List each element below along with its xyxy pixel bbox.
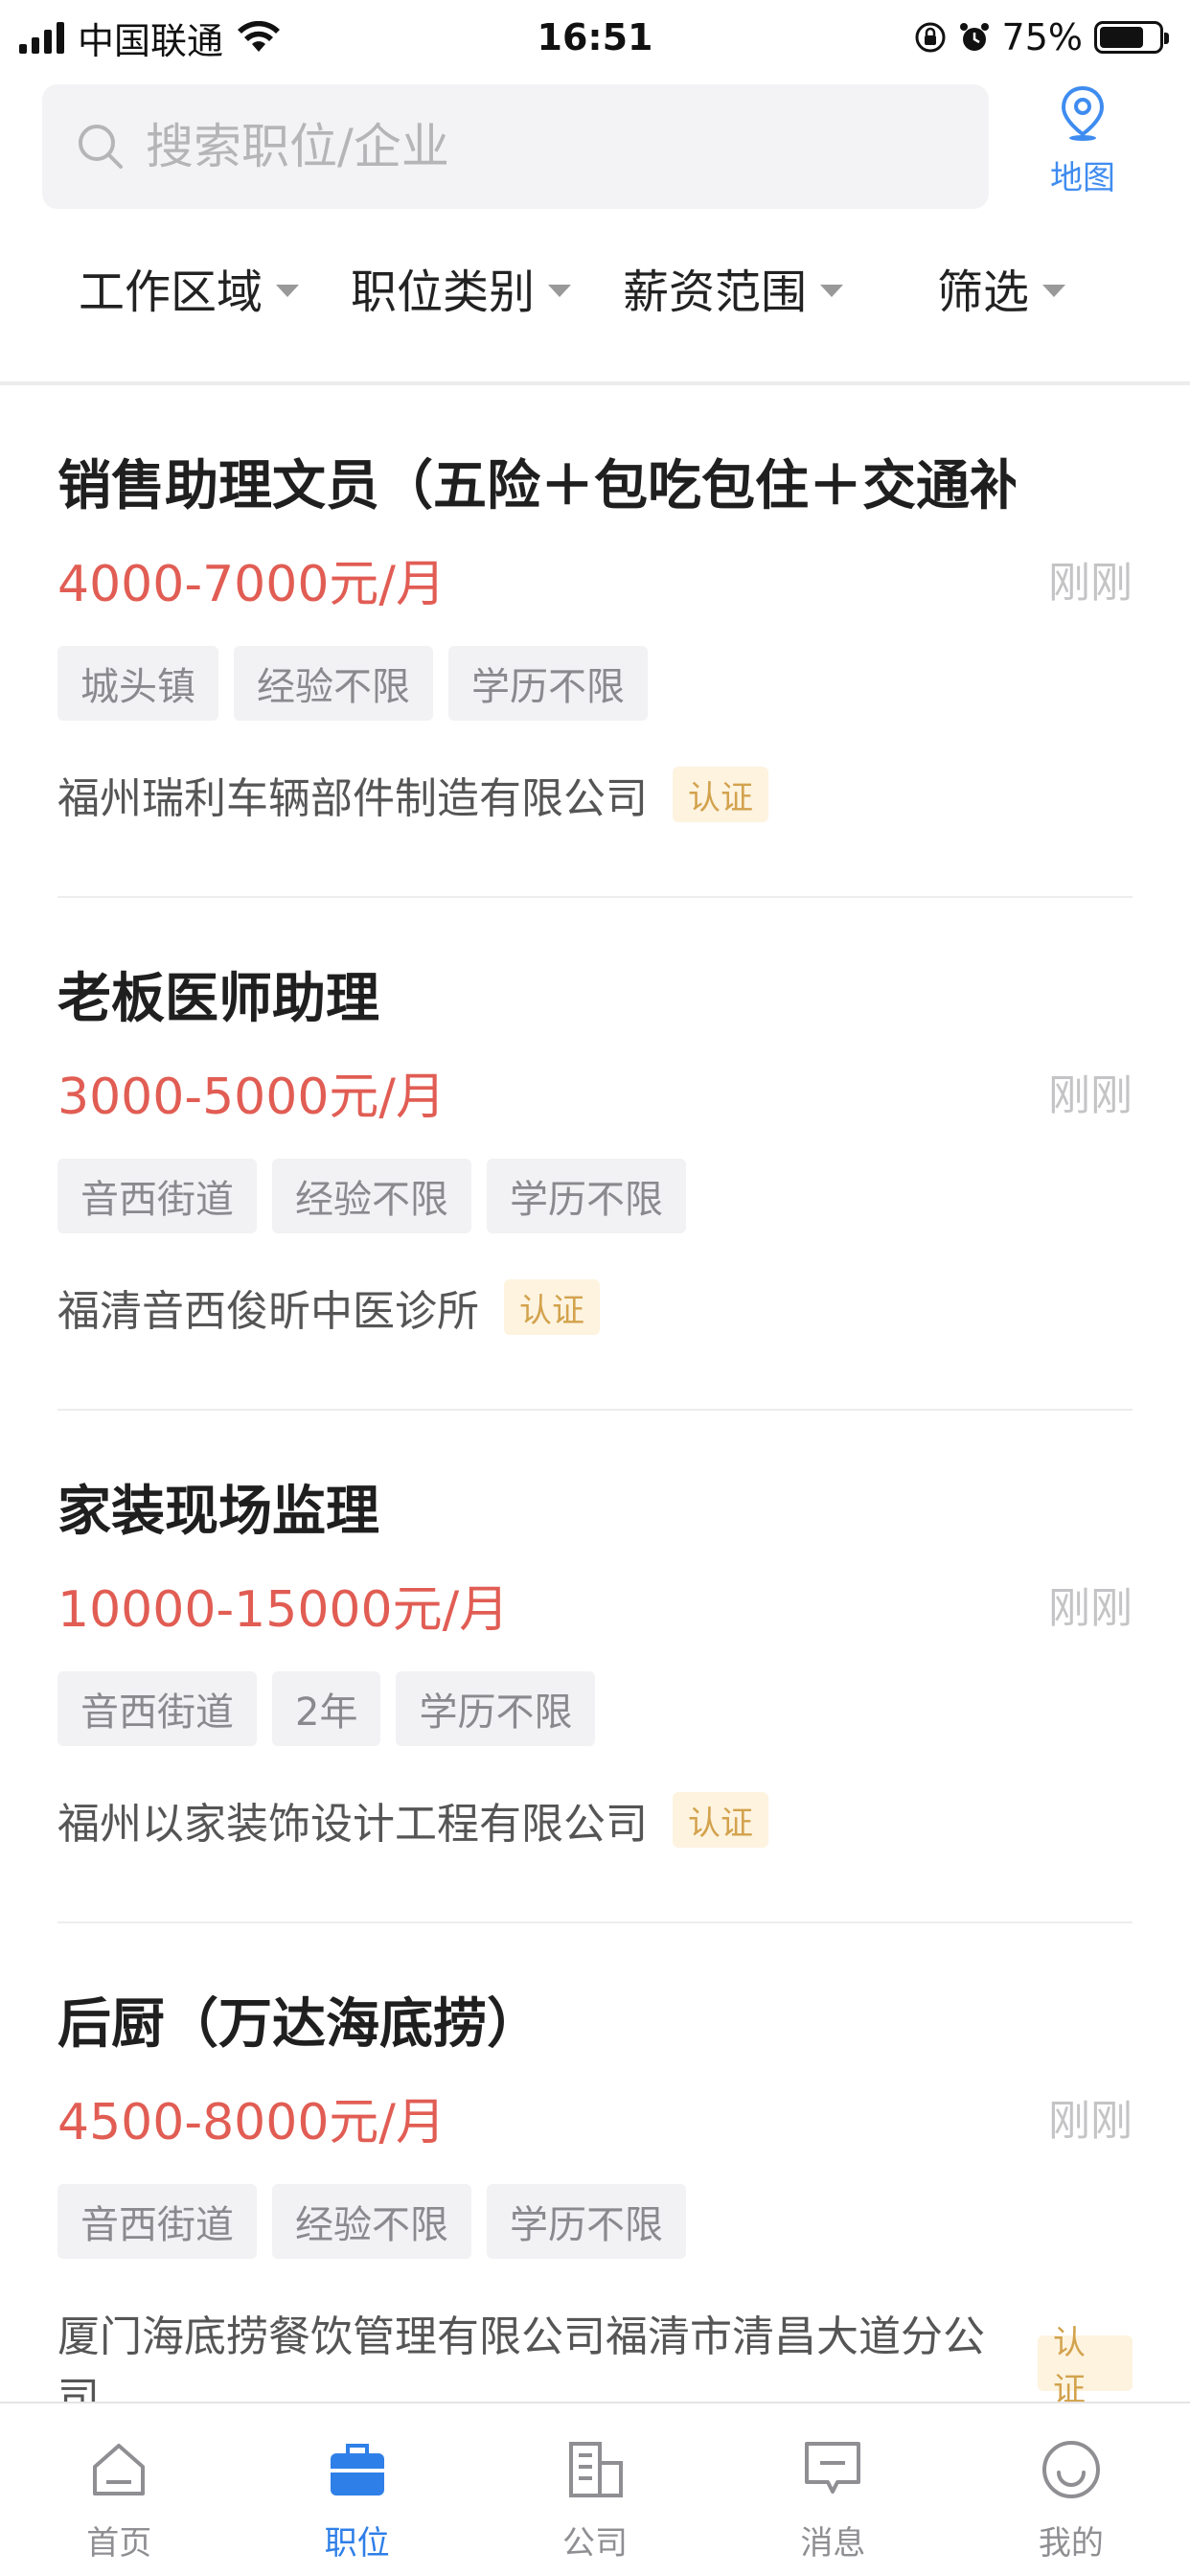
message-icon bbox=[805, 2442, 861, 2494]
job-tags: 城头镇 经验不限 学历不限 bbox=[57, 646, 648, 721]
job-title: 老板医师助理 bbox=[57, 968, 379, 1030]
job-tags: 音西街道 经验不限 学历不限 bbox=[57, 2184, 686, 2259]
tab-profile[interactable]: 我的 bbox=[952, 2404, 1190, 2576]
filter-work-area[interactable]: 工作区域 bbox=[79, 254, 300, 321]
job-list: 销售助理文员（五险＋包吃包住＋交通补... 4000-7000元/月 刚刚 城头… bbox=[0, 385, 1190, 2436]
job-search-page: 中国联通 16:51 75% 搜索职位/企业 地图 工作区域 职位类别 薪资范围… bbox=[0, 0, 1190, 2576]
job-company: 福州瑞利车辆部件制造有限公司 认证 bbox=[57, 764, 768, 825]
job-post-time: 刚刚 bbox=[1048, 559, 1133, 608]
battery-level bbox=[1100, 27, 1143, 48]
map-label: 地图 bbox=[1050, 159, 1115, 197]
job-tag-education: 学历不限 bbox=[396, 1671, 596, 1746]
job-card[interactable]: 销售助理文员（五险＋包吃包住＋交通补... 4000-7000元/月 刚刚 城头… bbox=[57, 385, 1133, 898]
map-pin-icon bbox=[1061, 85, 1105, 141]
job-tag-experience: 经验不限 bbox=[272, 2184, 471, 2259]
caret-down-icon bbox=[548, 284, 572, 297]
filter-label: 工作区域 bbox=[79, 265, 263, 319]
job-post-time: 刚刚 bbox=[1048, 2097, 1133, 2146]
status-bar-right: 75% bbox=[914, 16, 1169, 58]
job-title: 后厨（万达海底捞） bbox=[57, 1993, 540, 2056]
company-name: 福清音西俊昕中医诊所 bbox=[57, 1287, 479, 1336]
status-bar-left: 中国联通 bbox=[19, 12, 281, 64]
carrier-label: 中国联通 bbox=[78, 19, 224, 62]
home-icon bbox=[93, 2444, 146, 2496]
job-tag-experience: 2年 bbox=[272, 1671, 381, 1746]
job-tag-location: 音西街道 bbox=[57, 2184, 257, 2259]
job-tags: 音西街道 2年 学历不限 bbox=[57, 1671, 596, 1746]
job-card[interactable]: 老板医师助理 3000-5000元/月 刚刚 音西街道 经验不限 学历不限 福清… bbox=[57, 898, 1133, 1411]
company-name: 福州瑞利车辆部件制造有限公司 bbox=[57, 774, 648, 823]
job-tag-location: 音西街道 bbox=[57, 1671, 257, 1746]
job-tag-experience: 经验不限 bbox=[234, 646, 433, 721]
job-card[interactable]: 后厨（万达海底捞） 4500-8000元/月 刚刚 音西街道 经验不限 学历不限… bbox=[57, 1923, 1133, 2436]
caret-down-icon bbox=[1042, 284, 1066, 297]
status-bar: 中国联通 16:51 75% bbox=[0, 0, 1190, 75]
job-salary: 3000-5000元/月 bbox=[57, 1069, 446, 1126]
search-input[interactable] bbox=[146, 119, 912, 174]
alarm-icon bbox=[959, 23, 989, 51]
job-post-time: 刚刚 bbox=[1048, 1584, 1133, 1633]
filter-label: 职位类别 bbox=[351, 265, 536, 319]
job-tags: 音西街道 经验不限 学历不限 bbox=[57, 1159, 686, 1233]
tab-label: 公司 bbox=[562, 2524, 629, 2563]
tab-label: 我的 bbox=[1038, 2524, 1104, 2563]
orientation-lock-icon bbox=[915, 22, 946, 53]
job-salary: 4000-7000元/月 bbox=[57, 556, 446, 613]
job-title: 销售助理文员（五险＋包吃包住＋交通补... bbox=[57, 455, 1016, 518]
verified-badge: 认证 bbox=[673, 767, 768, 822]
profile-icon bbox=[1041, 2441, 1100, 2498]
tab-label: 消息 bbox=[800, 2524, 866, 2563]
verified-badge: 认证 bbox=[504, 1279, 600, 1335]
job-tag-location: 城头镇 bbox=[57, 646, 218, 721]
verified-badge: 认证 bbox=[1038, 2324, 1133, 2409]
job-tag-location: 音西街道 bbox=[57, 1159, 257, 1233]
map-button[interactable]: 地图 bbox=[1035, 84, 1131, 209]
tab-company[interactable]: 公司 bbox=[476, 2404, 714, 2576]
tab-jobs[interactable]: 职位 bbox=[238, 2404, 475, 2576]
job-tag-education: 学历不限 bbox=[487, 1159, 686, 1233]
building-icon bbox=[569, 2442, 624, 2497]
job-tag-experience: 经验不限 bbox=[272, 1159, 471, 1233]
job-salary: 10000-15000元/月 bbox=[57, 1581, 510, 1639]
wifi-icon bbox=[238, 21, 281, 52]
tab-home[interactable]: 首页 bbox=[0, 2404, 238, 2576]
caret-down-icon bbox=[276, 284, 300, 297]
job-tag-education: 学历不限 bbox=[448, 646, 648, 721]
job-company: 福清音西俊昕中医诊所 认证 bbox=[57, 1276, 600, 1338]
filter-label: 薪资范围 bbox=[623, 265, 808, 319]
briefcase-icon bbox=[330, 2444, 384, 2496]
verified-badge: 认证 bbox=[673, 1792, 768, 1848]
search-bar[interactable] bbox=[42, 84, 989, 209]
signal-icon bbox=[19, 21, 64, 54]
job-salary: 4500-8000元/月 bbox=[57, 2094, 446, 2151]
filter-salary-range[interactable]: 薪资范围 bbox=[623, 254, 844, 321]
battery-icon bbox=[1094, 21, 1169, 54]
job-company: 福州以家装饰设计工程有限公司 认证 bbox=[57, 1789, 768, 1851]
bottom-tab-bar: 首页 职位 公司 消息 我的 bbox=[0, 2402, 1190, 2576]
job-title: 家装现场监理 bbox=[57, 1481, 379, 1543]
filter-bar: 工作区域 职位类别 薪资范围 筛选 bbox=[0, 240, 1190, 335]
job-post-time: 刚刚 bbox=[1048, 1071, 1133, 1120]
caret-down-icon bbox=[820, 284, 844, 297]
company-name: 福州以家装饰设计工程有限公司 bbox=[57, 1800, 648, 1849]
tab-label: 首页 bbox=[86, 2524, 152, 2563]
filter-more[interactable]: 筛选 bbox=[937, 254, 1066, 321]
tab-label: 职位 bbox=[324, 2524, 390, 2563]
filter-label: 筛选 bbox=[937, 265, 1030, 319]
battery-percent: 75% bbox=[1001, 16, 1083, 58]
job-tag-education: 学历不限 bbox=[487, 2184, 686, 2259]
search-icon bbox=[79, 125, 123, 169]
job-card[interactable]: 家装现场监理 10000-15000元/月 刚刚 音西街道 2年 学历不限 福州… bbox=[57, 1411, 1133, 1923]
filter-job-category[interactable]: 职位类别 bbox=[351, 254, 572, 321]
tab-messages[interactable]: 消息 bbox=[714, 2404, 951, 2576]
